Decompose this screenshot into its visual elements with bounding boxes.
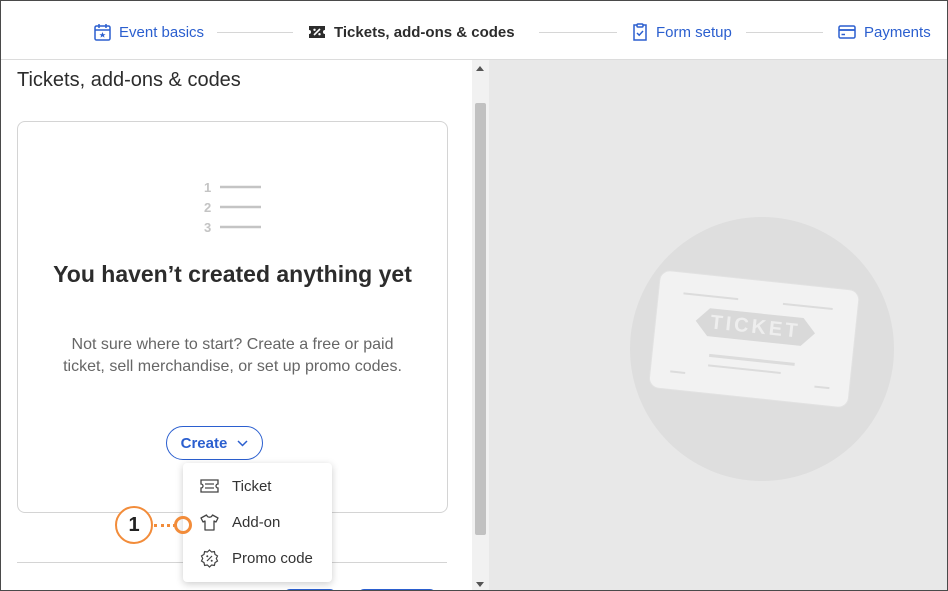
- step-connector: [217, 32, 293, 33]
- chevron-down-icon: [237, 439, 248, 447]
- step-navigation: Event basics Tickets, add-ons & codes Fo…: [1, 1, 947, 60]
- partial-button: [358, 589, 436, 590]
- list-number: 1: [204, 180, 211, 195]
- step-connector: [539, 32, 617, 33]
- empty-state-title: You haven’t created anything yet: [53, 261, 412, 287]
- ticket-percent-icon: [309, 26, 325, 38]
- promo-badge-icon: [200, 548, 219, 568]
- scroll-thumb[interactable]: [475, 103, 486, 535]
- step-form-setup[interactable]: Form setup: [632, 21, 732, 43]
- menu-item-label: Ticket: [232, 477, 272, 495]
- menu-item-label: Promo code: [232, 549, 313, 567]
- ticket-illustration-icon: TICKET: [648, 270, 860, 408]
- step-label: Tickets, add-ons & codes: [334, 23, 515, 41]
- tshirt-icon: [200, 513, 219, 531]
- callout-target-ring: [174, 516, 192, 534]
- ticket-icon: [200, 479, 219, 493]
- preview-panel: TICKET: [489, 60, 947, 590]
- app-window: Event basics Tickets, add-ons & codes Fo…: [0, 0, 948, 591]
- list-number: 2: [204, 200, 211, 215]
- step-label: Payments: [864, 23, 931, 41]
- menu-item-label: Add-on: [232, 513, 281, 531]
- list-number: 3: [204, 220, 211, 235]
- menu-item-promo-code[interactable]: Promo code: [183, 540, 332, 576]
- section-title: Tickets, add-ons & codes: [17, 69, 241, 91]
- scroll-up-arrow-icon[interactable]: [476, 66, 484, 71]
- menu-item-add-on[interactable]: Add-on: [183, 504, 332, 540]
- create-button-label: Create: [180, 434, 228, 452]
- partial-button: [284, 589, 336, 590]
- step-payments[interactable]: Payments: [838, 21, 931, 43]
- callout-connector: [154, 524, 176, 527]
- step-label: Form setup: [656, 23, 732, 41]
- panel-scrollbar[interactable]: [472, 60, 489, 590]
- empty-state-description: Not sure where to start? Create a free o…: [63, 336, 402, 375]
- create-dropdown-button[interactable]: Create: [166, 426, 263, 460]
- credit-card-icon: [838, 25, 856, 39]
- step-label: Event basics: [119, 23, 205, 41]
- scroll-down-arrow-icon[interactable]: [476, 582, 484, 587]
- callout-number-badge: 1: [115, 506, 153, 544]
- menu-item-ticket[interactable]: Ticket: [183, 468, 332, 504]
- numbered-list-icon: 1 2 3: [204, 180, 261, 235]
- calendar-icon: [94, 24, 111, 41]
- create-menu: Ticket Add-on Promo code: [183, 463, 332, 582]
- step-connector: [746, 32, 823, 33]
- step-tickets[interactable]: Tickets, add-ons & codes: [308, 21, 515, 43]
- step-event-basics[interactable]: Event basics: [94, 21, 204, 43]
- clipboard-check-icon: [633, 23, 647, 41]
